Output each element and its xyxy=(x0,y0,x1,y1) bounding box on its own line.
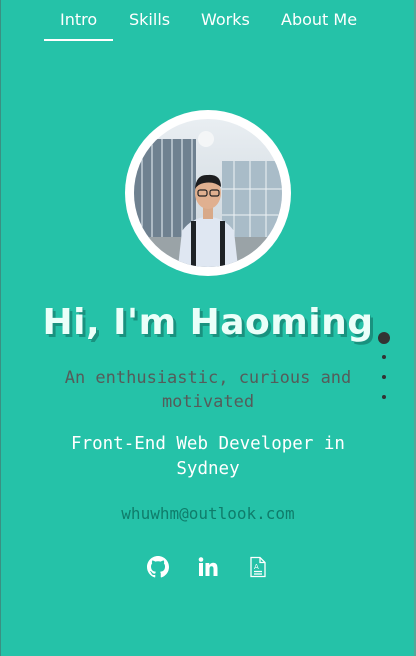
avatar-frame xyxy=(125,110,291,276)
resume-icon[interactable]: A xyxy=(247,556,269,578)
tab-intro[interactable]: Intro xyxy=(60,10,97,29)
tab-about-me[interactable]: About Me xyxy=(281,10,357,29)
pager-dot-about-me[interactable] xyxy=(382,395,386,399)
hero-title: Hi, I'm Haoming xyxy=(42,302,374,343)
hero-role: Front-End Web Developer in Sydney xyxy=(71,434,345,479)
hero-subtitle: An enthusiastic, curious and motivated xyxy=(64,368,352,412)
top-nav: Intro Skills Works About Me xyxy=(0,0,416,42)
active-tab-indicator xyxy=(44,39,113,41)
svg-text:A: A xyxy=(254,563,259,571)
avatar xyxy=(134,119,282,267)
pager-dot-skills[interactable] xyxy=(382,355,386,359)
pager-dot-works[interactable] xyxy=(382,375,386,379)
tab-works[interactable]: Works xyxy=(201,10,250,29)
github-icon[interactable] xyxy=(147,556,169,578)
pager-dot-intro[interactable] xyxy=(378,332,390,344)
section-pager xyxy=(376,330,392,410)
tab-skills[interactable]: Skills xyxy=(129,10,170,29)
linkedin-icon[interactable] xyxy=(197,556,219,578)
social-links: A xyxy=(0,556,416,580)
email-link[interactable]: whuwhm@outlook.com xyxy=(0,504,416,523)
